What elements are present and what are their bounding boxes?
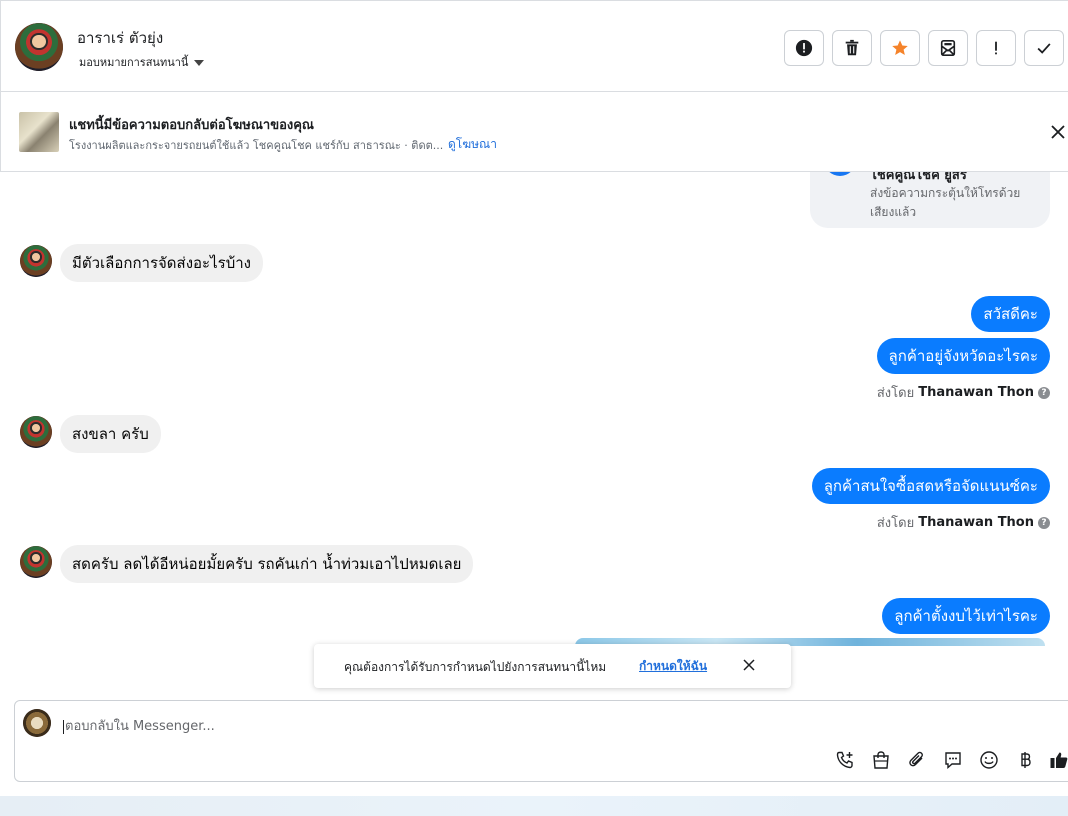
view-ad-link[interactable]: ดูโฆษณา xyxy=(448,135,497,154)
card-text: ส่งข้อความกระตุ้นให้โทรด้วยเสียงแล้ว xyxy=(870,186,1021,219)
like-button[interactable] xyxy=(1048,749,1068,771)
close-icon[interactable] xyxy=(1048,122,1068,142)
attachment-icon xyxy=(909,751,923,767)
important-button[interactable] xyxy=(976,30,1016,66)
outgoing-message[interactable]: ลูกค้าตั้งงบไว้เท่าไรคะ xyxy=(882,598,1050,634)
sent-by-label: ส่งโดย Thanawan Thon ? xyxy=(877,512,1050,533)
text-cursor xyxy=(63,719,64,734)
incoming-message[interactable]: สดครับ ลดได้อีหน่อยมั้ยครับ รถคันเก่า น้… xyxy=(60,545,474,583)
sender-avatar xyxy=(20,416,52,448)
trash-icon xyxy=(845,39,859,56)
sent-by-name: Thanawan Thon xyxy=(918,515,1034,530)
sent-by-prefix: ส่งโดย xyxy=(876,516,915,531)
assign-label: มอบหมายการสนทนานี้ xyxy=(79,56,189,69)
assign-conversation-dropdown[interactable]: มอบหมายการสนทนานี้ xyxy=(79,53,205,71)
mark-done-button[interactable] xyxy=(1024,30,1064,66)
star-icon xyxy=(892,40,908,56)
incoming-message[interactable]: มีตัวเลือกการจัดส่งอะไรบ้าง xyxy=(60,244,263,282)
help-icon[interactable]: ? xyxy=(1038,386,1050,399)
mark-unread-button[interactable] xyxy=(928,30,968,66)
baht-icon xyxy=(1021,752,1031,768)
outgoing-message[interactable]: ลูกค้าสนใจซื้อสดหรือจัดแนนซ์คะ xyxy=(811,468,1050,504)
contact-avatar[interactable] xyxy=(15,23,63,71)
toast-text: คุณต้องการได้รับการกำหนดไปยังการสนทนานี้… xyxy=(344,660,607,674)
sent-by-name: Thanawan Thon xyxy=(918,385,1034,400)
report-icon xyxy=(795,39,813,57)
saved-reply-icon xyxy=(945,752,961,770)
incoming-message[interactable]: สงขลา ครับ xyxy=(60,415,161,453)
phone-icon xyxy=(824,172,856,176)
close-icon[interactable] xyxy=(742,658,756,672)
saved-reply-button[interactable] xyxy=(942,749,964,771)
page-background xyxy=(0,796,1068,816)
shopping-bag-icon xyxy=(873,751,889,769)
page-avatar xyxy=(23,709,51,737)
contact-name[interactable]: อาราเร่ ตัวยุ่ง xyxy=(77,26,163,50)
sender-avatar xyxy=(20,245,52,277)
sent-by-label: ส่งโดย Thanawan Thon ? xyxy=(877,382,1050,403)
ad-reply-banner: แชทนี้มีข้อความตอบกลับต่อโฆษณาของคุณ โรง… xyxy=(0,92,1068,172)
exclamation-icon xyxy=(995,41,997,55)
mark-unread-icon xyxy=(940,39,956,57)
emoji-button[interactable] xyxy=(978,749,1000,771)
caret-down-icon xyxy=(194,60,205,66)
delete-button[interactable] xyxy=(832,30,872,66)
payment-button[interactable] xyxy=(1014,749,1036,771)
reply-placeholder: ตอบกลับใน Messenger... xyxy=(65,719,215,734)
ad-thumbnail[interactable] xyxy=(19,112,59,152)
star-button[interactable] xyxy=(880,30,920,66)
reply-input[interactable]: ตอบกลับใน Messenger... xyxy=(63,715,215,736)
check-icon xyxy=(1037,43,1051,54)
assign-to-me-link[interactable]: กำหนดให้ฉัน xyxy=(639,657,707,676)
report-button[interactable] xyxy=(784,30,824,66)
message-thread[interactable]: โชคคูณโชค ยูสร ส่งข้อความกระตุ้นให้โทรด้… xyxy=(0,172,1068,700)
ad-banner-subtitle: โรงงานผลิตและกระจายรถยนต์ใช้แล้ว โชคคูณโ… xyxy=(69,139,444,152)
like-icon xyxy=(1050,752,1068,768)
assign-toast: คุณต้องการได้รับการกำหนดไปยังการสนทนานี้… xyxy=(314,644,791,688)
call-prompt-card: โชคคูณโชค ยูสร ส่งข้อความกระตุ้นให้โทรด้… xyxy=(810,172,1050,228)
sender-avatar xyxy=(20,546,52,578)
emoji-icon xyxy=(980,751,998,769)
reply-composer[interactable]: ตอบกลับใน Messenger... xyxy=(14,700,1068,782)
sent-by-prefix: ส่งโดย xyxy=(876,386,915,401)
outgoing-message[interactable]: ลูกค้าอยู่จังหวัดอะไรคะ xyxy=(876,338,1050,374)
ad-banner-title: แชทนี้มีข้อความตอบกลับต่อโฆษณาของคุณ xyxy=(69,118,314,133)
call-add-icon xyxy=(836,751,853,769)
attach-button[interactable] xyxy=(906,749,928,771)
conversation-header: อาราเร่ ตัวยุ่ง มอบหมายการสนทนานี้ xyxy=(0,0,1068,92)
help-icon[interactable]: ? xyxy=(1038,516,1050,529)
outgoing-message[interactable]: สวัสดีคะ xyxy=(971,296,1050,332)
shop-button[interactable] xyxy=(870,749,892,771)
call-add-button[interactable] xyxy=(834,749,856,771)
